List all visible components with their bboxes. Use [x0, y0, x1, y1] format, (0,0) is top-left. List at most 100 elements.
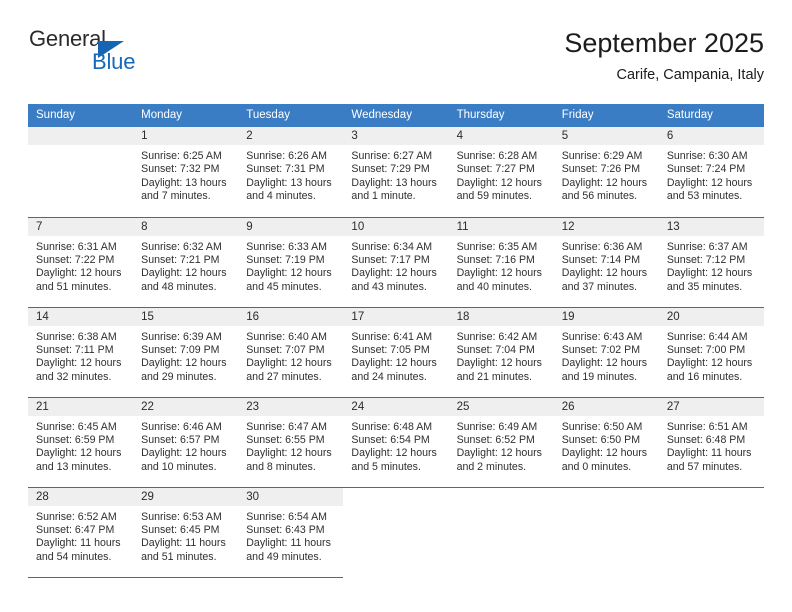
- calendar-day-cell[interactable]: 25 Sunrise: 6:49 AM Sunset: 6:52 PM Dayligh…: [448, 397, 554, 488]
- daylight-text-line2: and 24 minutes.: [351, 370, 427, 383]
- day-number: 10: [343, 217, 449, 236]
- calendar-day-cell[interactable]: 8 Sunrise: 6:32 AM Sunset: 7:21 PM Daylight…: [133, 217, 239, 308]
- calendar-day-cell[interactable]: 13 Sunrise: 6:37 AM Sunset: 7:12 PM Dayligh…: [658, 217, 764, 308]
- daylight-text-line1: Daylight: 12 hours: [36, 357, 122, 370]
- daylight-text-line1: Daylight: 12 hours: [561, 357, 648, 370]
- day-sun-info: Sunrise: 6:33 AM Sunset: 7:19 PM Daylight:…: [238, 236, 343, 295]
- day-sun-info: Sunrise: 6:34 AM Sunset: 7:17 PM Daylight:…: [343, 236, 448, 295]
- day-sun-info: Sunrise: 6:44 AM Sunset: 7:00 PM Daylight:…: [659, 326, 764, 385]
- sunrise-text: Sunrise: 6:45 AM: [36, 420, 117, 433]
- day-number: 22: [133, 397, 239, 416]
- daylight-text-line1: Daylight: 12 hours: [246, 447, 332, 460]
- sunset-text: Sunset: 6:43 PM: [246, 523, 325, 536]
- day-number: 21: [28, 397, 134, 416]
- day-number: [343, 488, 448, 506]
- day-sun-info: Sunrise: 6:32 AM Sunset: 7:21 PM Daylight:…: [133, 236, 238, 295]
- daylight-text-line1: Daylight: 12 hours: [36, 447, 122, 460]
- calendar-day-cell[interactable]: 3 Sunrise: 6:27 AM Sunset: 7:29 PM Daylight…: [343, 127, 449, 218]
- daylight-text-line2: and 37 minutes.: [561, 280, 638, 293]
- day-sun-info: Sunrise: 6:29 AM Sunset: 7:26 PM Daylight:…: [554, 145, 659, 204]
- calendar-day-cell[interactable]: 27 Sunrise: 6:51 AM Sunset: 6:48 PM Dayligh…: [658, 397, 764, 488]
- calendar-day-cell[interactable]: 19 Sunrise: 6:43 AM Sunset: 7:02 PM Dayligh…: [553, 307, 659, 398]
- calendar-day-cell[interactable]: 21 Sunrise: 6:45 AM Sunset: 6:59 PM Dayligh…: [28, 397, 134, 488]
- sunset-text: Sunset: 7:14 PM: [561, 253, 641, 266]
- daylight-text-line1: Daylight: 12 hours: [351, 447, 437, 460]
- calendar-day-cell[interactable]: 18 Sunrise: 6:42 AM Sunset: 7:04 PM Dayligh…: [448, 307, 554, 398]
- day-number: [554, 488, 659, 506]
- day-number: 13: [658, 217, 764, 236]
- day-number: 19: [553, 307, 659, 326]
- calendar-day-cell[interactable]: 14 Sunrise: 6:38 AM Sunset: 7:11 PM Dayligh…: [28, 307, 134, 398]
- day-sun-info: Sunrise: 6:51 AM Sunset: 6:48 PM Daylight:…: [659, 416, 764, 475]
- daylight-text-line2: and 56 minutes.: [561, 190, 638, 203]
- daylight-text-line2: and 48 minutes.: [141, 280, 217, 293]
- day-number: 2: [238, 127, 344, 145]
- sunset-text: Sunset: 6:52 PM: [456, 433, 535, 446]
- calendar-page: General Blue September 2025 Carife, Camp…: [0, 0, 792, 612]
- sunset-text: Sunset: 6:47 PM: [36, 523, 115, 536]
- calendar-day-cell[interactable]: 26 Sunrise: 6:50 AM Sunset: 6:50 PM Dayligh…: [553, 397, 659, 488]
- day-sun-info: Sunrise: 6:47 AM Sunset: 6:55 PM Daylight:…: [238, 416, 343, 475]
- sunrise-text: Sunrise: 6:35 AM: [456, 240, 538, 253]
- calendar-day-cell[interactable]: 2 Sunrise: 6:26 AM Sunset: 7:31 PM Daylight…: [238, 127, 344, 218]
- weekday-header-friday: Friday: [553, 104, 659, 127]
- sunrise-text: Sunrise: 6:32 AM: [141, 240, 222, 253]
- calendar-day-cell[interactable]: 22 Sunrise: 6:46 AM Sunset: 6:57 PM Dayligh…: [133, 397, 239, 488]
- calendar-day-cell[interactable]: 9 Sunrise: 6:33 AM Sunset: 7:19 PM Daylight…: [238, 217, 344, 308]
- sunset-text: Sunset: 6:45 PM: [141, 523, 220, 536]
- calendar-day-cell[interactable]: 23 Sunrise: 6:47 AM Sunset: 6:55 PM Dayligh…: [238, 397, 344, 488]
- calendar-day-cell[interactable]: 7 Sunrise: 6:31 AM Sunset: 7:22 PM Daylight…: [28, 217, 134, 308]
- daylight-text-line1: Daylight: 13 hours: [141, 176, 227, 189]
- calendar-day-cell[interactable]: 1 Sunrise: 6:25 AM Sunset: 7:32 PM Daylight…: [133, 127, 239, 218]
- day-number: 3: [343, 127, 449, 145]
- day-number: 8: [133, 217, 239, 236]
- calendar-day-cell[interactable]: 6 Sunrise: 6:30 AM Sunset: 7:24 PM Daylight…: [658, 127, 764, 218]
- day-sun-info: Sunrise: 6:31 AM Sunset: 7:22 PM Daylight:…: [28, 236, 133, 295]
- calendar-day-cell[interactable]: 15 Sunrise: 6:39 AM Sunset: 7:09 PM Dayligh…: [133, 307, 239, 398]
- calendar-day-cell[interactable]: 10 Sunrise: 6:34 AM Sunset: 7:17 PM Dayligh…: [343, 217, 449, 308]
- calendar-day-cell[interactable]: 4 Sunrise: 6:28 AM Sunset: 7:27 PM Daylight…: [448, 127, 554, 218]
- calendar-day-cell[interactable]: 28 Sunrise: 6:52 AM Sunset: 6:47 PM Dayligh…: [28, 487, 134, 578]
- page-subtitle-location: Carife, Campania, Italy: [616, 67, 764, 83]
- day-number: 30: [238, 487, 344, 506]
- day-number: 18: [448, 307, 554, 326]
- daylight-text-line1: Daylight: 12 hours: [141, 357, 227, 370]
- calendar-day-cell[interactable]: 29 Sunrise: 6:53 AM Sunset: 6:45 PM Dayligh…: [133, 487, 239, 578]
- calendar-head: Sunday Monday Tuesday Wednesday Thursday…: [28, 104, 764, 127]
- calendar-day-cell[interactable]: 17 Sunrise: 6:41 AM Sunset: 7:05 PM Dayligh…: [343, 307, 449, 398]
- sunrise-text: Sunrise: 6:50 AM: [561, 420, 643, 433]
- general-blue-logo[interactable]: General Blue: [28, 26, 168, 82]
- day-number: 23: [238, 397, 344, 416]
- day-number: 17: [343, 307, 449, 326]
- sunset-text: Sunset: 7:11 PM: [36, 343, 114, 356]
- daylight-text-line2: and 53 minutes.: [666, 190, 743, 203]
- day-sun-info: Sunrise: 6:26 AM Sunset: 7:31 PM Daylight:…: [238, 145, 343, 204]
- calendar-body: 1 Sunrise: 6:25 AM Sunset: 7:32 PM Daylight…: [28, 127, 764, 578]
- calendar-day-cell[interactable]: 5 Sunrise: 6:29 AM Sunset: 7:26 PM Daylight…: [553, 127, 659, 218]
- calendar-day-cell[interactable]: 12 Sunrise: 6:36 AM Sunset: 7:14 PM Dayligh…: [553, 217, 659, 308]
- calendar-day-cell[interactable]: 20 Sunrise: 6:44 AM Sunset: 7:00 PM Dayligh…: [658, 307, 764, 398]
- daylight-text-line1: Daylight: 12 hours: [141, 447, 227, 460]
- sunrise-text: Sunrise: 6:26 AM: [246, 150, 327, 162]
- daylight-text-line1: Daylight: 12 hours: [351, 357, 437, 370]
- day-sun-info: Sunrise: 6:39 AM Sunset: 7:09 PM Daylight:…: [133, 326, 238, 385]
- sunrise-text: Sunrise: 6:49 AM: [456, 420, 538, 433]
- day-number: 1: [133, 127, 239, 145]
- daylight-text-line1: Daylight: 12 hours: [456, 267, 542, 280]
- daylight-text-line2: and 5 minutes.: [351, 460, 421, 473]
- daylight-text-line2: and 1 minute.: [351, 190, 416, 203]
- calendar-day-cell[interactable]: 11 Sunrise: 6:35 AM Sunset: 7:16 PM Dayligh…: [448, 217, 554, 308]
- day-sun-info: Sunrise: 6:41 AM Sunset: 7:05 PM Daylight:…: [343, 326, 448, 385]
- daylight-text-line2: and 54 minutes.: [36, 550, 112, 563]
- calendar-day-cell[interactable]: 16 Sunrise: 6:40 AM Sunset: 7:07 PM Dayligh…: [238, 307, 344, 398]
- calendar-day-cell[interactable]: 30 Sunrise: 6:54 AM Sunset: 6:43 PM Dayligh…: [238, 487, 344, 578]
- sunset-text: Sunset: 6:48 PM: [666, 433, 746, 446]
- sunset-text: Sunset: 7:19 PM: [246, 253, 325, 266]
- sunrise-text: Sunrise: 6:27 AM: [351, 150, 433, 162]
- day-number: [659, 488, 764, 506]
- day-number: 5: [553, 127, 659, 145]
- sunrise-text: Sunrise: 6:54 AM: [246, 510, 327, 523]
- calendar-day-cell[interactable]: 24 Sunrise: 6:48 AM Sunset: 6:54 PM Dayligh…: [343, 397, 449, 488]
- daylight-text-line2: and 21 minutes.: [456, 370, 532, 383]
- sunset-text: Sunset: 7:09 PM: [141, 343, 220, 356]
